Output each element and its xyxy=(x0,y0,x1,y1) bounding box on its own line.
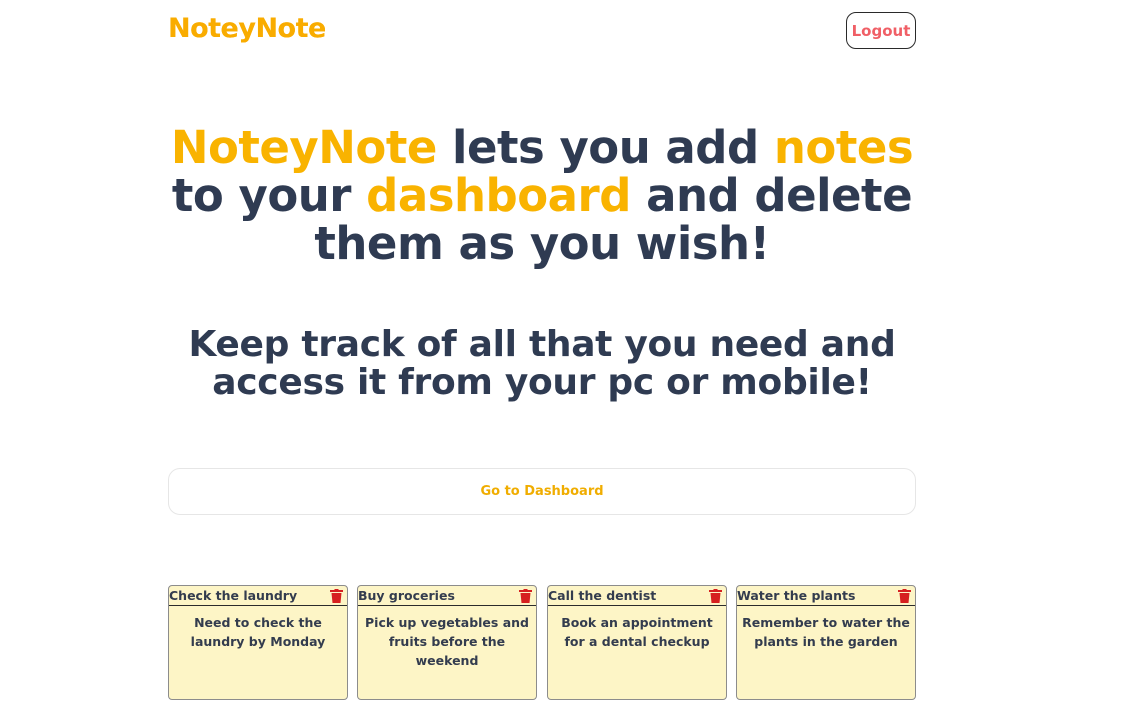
note-header: Buy groceries xyxy=(358,586,536,606)
note-card: Buy groceries Pick up vegetables and fru… xyxy=(357,585,537,700)
home-page: NoteyNote Logout NoteyNote lets you add … xyxy=(0,0,1131,702)
hero-notes-highlight: notes xyxy=(773,121,914,174)
hero-text: to your xyxy=(171,169,367,222)
go-to-dashboard-button[interactable]: Go to Dashboard xyxy=(168,468,916,515)
logout-button[interactable]: Logout xyxy=(846,12,916,49)
note-card: Water the plants Remember to water the p… xyxy=(736,585,916,700)
subheading: Keep track of all that you need and acce… xyxy=(168,326,916,402)
hero-text: and delete xyxy=(630,169,913,222)
note-card: Call the dentist Book an appointment for… xyxy=(547,585,727,700)
subheading-line: access it from your pc or mobile! xyxy=(212,362,872,403)
note-body: Book an appointment for a dental checkup xyxy=(561,615,713,649)
note-title: Water the plants xyxy=(737,588,856,603)
note-body: Need to check the laundry by Monday xyxy=(190,615,326,649)
navbar: NoteyNote Logout xyxy=(168,12,916,50)
note-card: Check the laundry Need to check the laun… xyxy=(168,585,348,700)
trash-icon[interactable] xyxy=(330,589,343,603)
subheading-line: Keep track of all that you need and xyxy=(188,324,896,365)
note-title: Call the dentist xyxy=(548,588,657,603)
hero-heading: NoteyNote lets you add notes to your das… xyxy=(168,124,916,268)
hero-text: lets you add xyxy=(436,121,774,174)
trash-icon[interactable] xyxy=(519,589,532,603)
brand-logo[interactable]: NoteyNote xyxy=(168,12,326,46)
hero-brand-highlight: NoteyNote xyxy=(170,121,438,174)
note-title: Check the laundry xyxy=(169,588,298,603)
trash-icon[interactable] xyxy=(709,589,722,603)
hero-text: them as you wish! xyxy=(314,217,770,270)
note-body: Remember to water the plants in the gard… xyxy=(742,615,910,649)
note-header: Water the plants xyxy=(737,586,915,606)
note-body: Pick up vegetables and fruits before the… xyxy=(365,615,529,668)
hero-dashboard-highlight: dashboard xyxy=(366,169,631,222)
trash-icon[interactable] xyxy=(898,589,911,603)
note-title: Buy groceries xyxy=(358,588,455,603)
note-header: Check the laundry xyxy=(169,586,347,606)
note-header: Call the dentist xyxy=(548,586,726,606)
notes-list: Check the laundry Need to check the laun… xyxy=(168,585,928,700)
